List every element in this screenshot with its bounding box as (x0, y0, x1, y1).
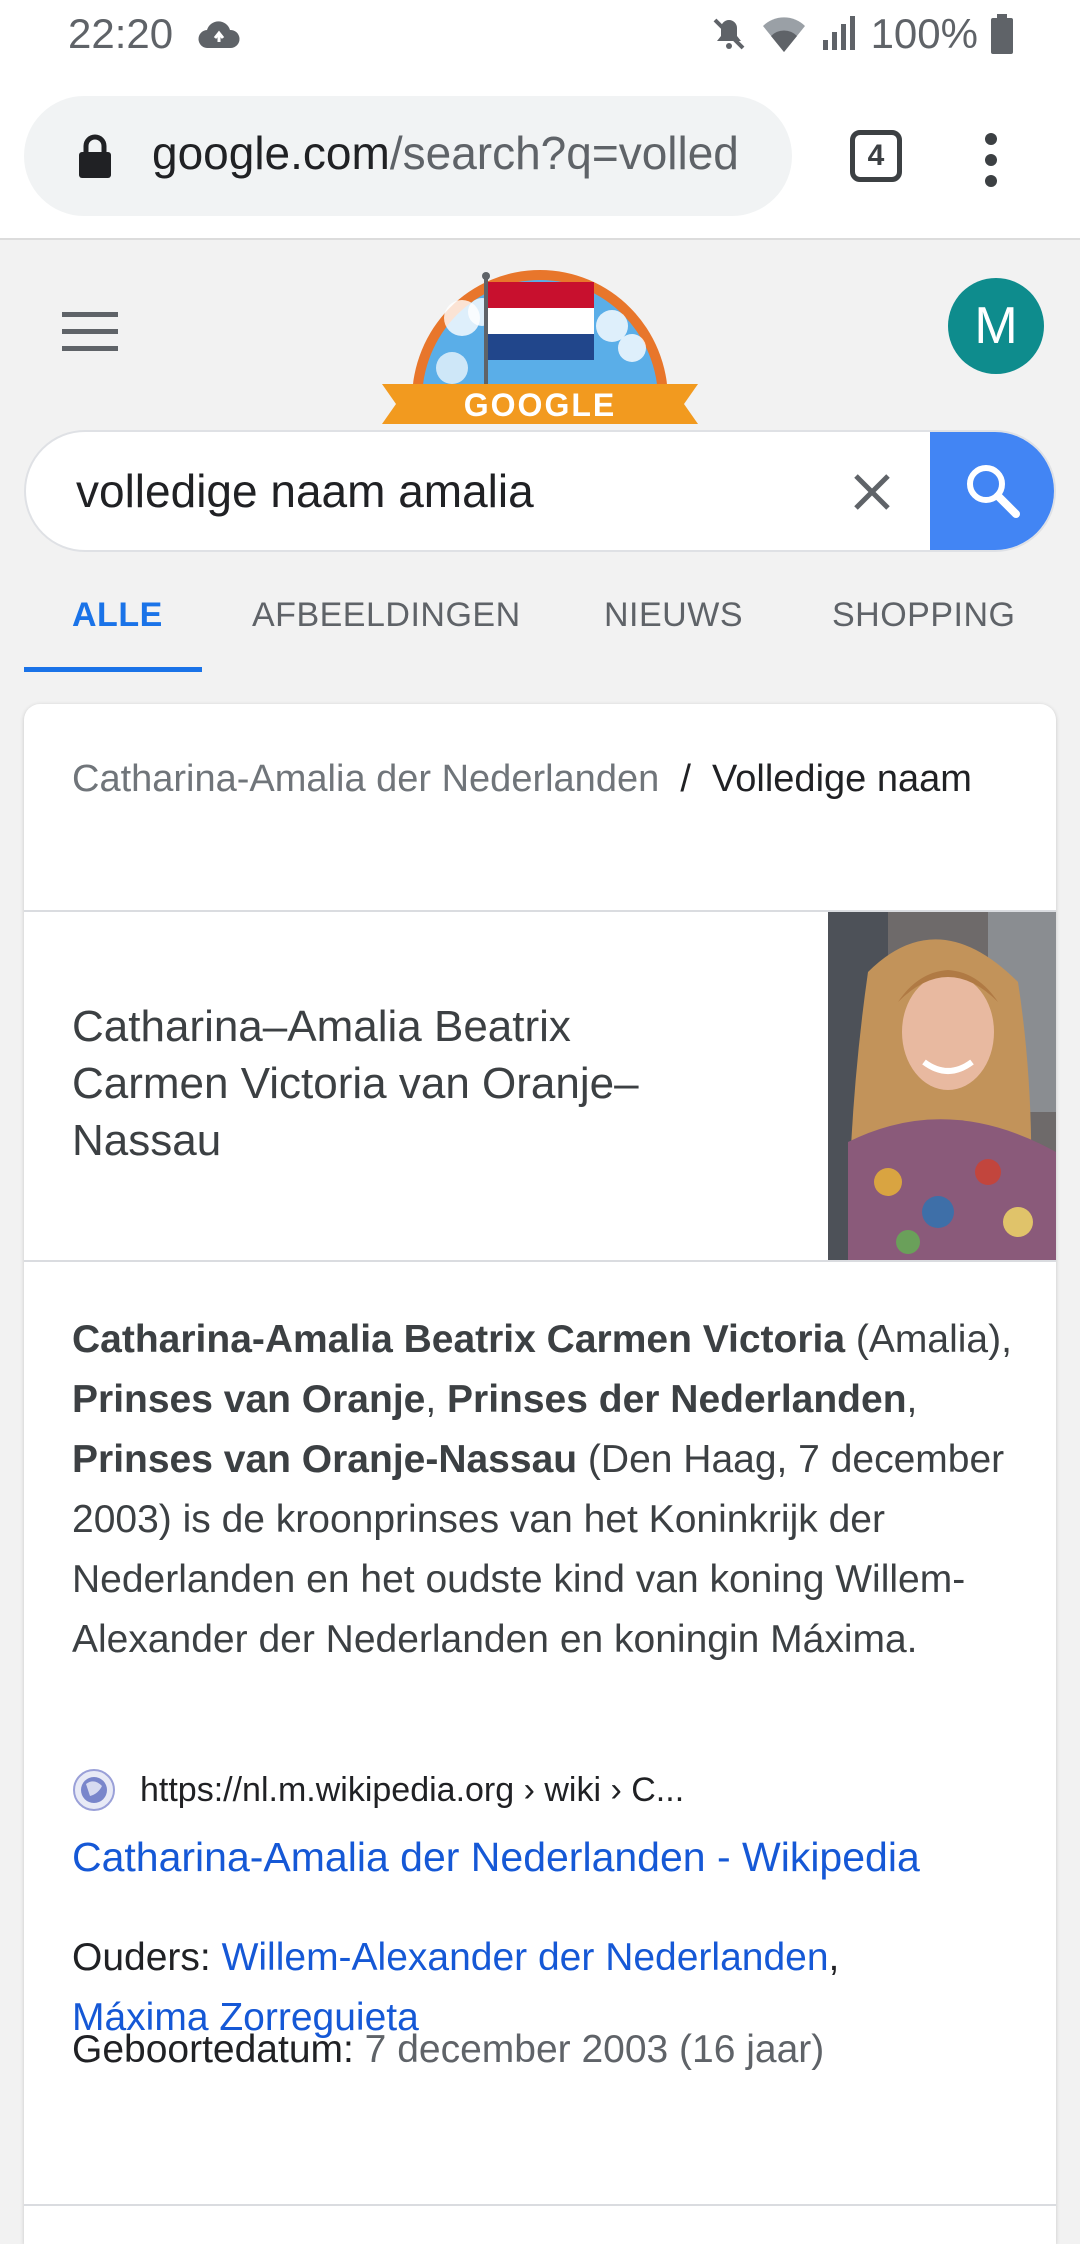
tab-afbeeldingen[interactable]: AFBEELDINGEN (252, 596, 521, 635)
url-text: google.com/search?q=volled (152, 126, 739, 180)
breadcrumb-parent[interactable]: Catharina-Amalia der Nederlanden (72, 758, 659, 800)
menu-icon[interactable] (62, 312, 118, 352)
close-icon[interactable] (850, 470, 894, 514)
browser-toolbar: google.com/search?q=volled 4 (0, 72, 1080, 240)
person-photo[interactable] (828, 912, 1056, 1260)
tab-alle[interactable]: ALLE (72, 596, 163, 635)
parents-separator: , (828, 1936, 840, 1979)
desc-bold-4: Prinses van Oranje-Nassau (72, 1438, 578, 1481)
answer-text: Catharina–Amalia Beatrix Carmen Victoria… (72, 1002, 639, 1165)
birthdate-value: 7 december 2003 (16 jaar) (364, 2028, 825, 2071)
status-bar: 22:20 100% (0, 0, 1080, 72)
source-citation: https://nl.m.wikipedia.org › wiki › C... (72, 1768, 684, 1812)
signal-icon (822, 16, 855, 50)
breadcrumb-separator: / (680, 758, 691, 800)
tab-nieuws[interactable]: NIEUWS (604, 596, 743, 635)
google-doodle[interactable]: GOOGLE (382, 248, 698, 426)
desc-bold-2: Prinses van Oranje (72, 1378, 426, 1421)
more-options-icon[interactable] (984, 132, 998, 188)
birthdate-label: Geboortedatum: (72, 2028, 365, 2071)
status-icons: 100% (709, 10, 1014, 58)
featured-snippet-card: Catharina-Amalia der Nederlanden / Volle… (24, 704, 1056, 2244)
parent-link-1[interactable]: Willem-Alexander der Nederlanden (222, 1936, 829, 1979)
search-tabs: ALLE AFBEELDINGEN NIEUWS SHOPPING (24, 578, 1056, 672)
search-box[interactable]: volledige naam amalia (24, 430, 1056, 552)
breadcrumb-current: Volledige naam (712, 758, 972, 800)
doodle-label: GOOGLE (464, 387, 616, 423)
battery-percent: 100% (870, 10, 978, 57)
mute-icon (713, 18, 744, 50)
divider (24, 1260, 1056, 1262)
globe-icon (73, 1769, 115, 1811)
desc-text-3: , (906, 1378, 918, 1421)
breadcrumb: Catharina-Amalia der Nederlanden / Volle… (72, 748, 1012, 810)
url-path: /search?q=volled (389, 127, 739, 179)
url-host: google.com (152, 127, 390, 179)
desc-bold-3: Prinses der Nederlanden (447, 1378, 907, 1421)
birthdate-row: Geboortedatum: 7 december 2003 (16 jaar) (72, 2020, 824, 2080)
snippet-description: Catharina-Amalia Beatrix Carmen Victoria… (72, 1310, 1022, 1670)
address-bar[interactable]: google.com/search?q=volled (24, 96, 792, 216)
source-url: https://nl.m.wikipedia.org › wiki › C... (140, 1770, 685, 1809)
desc-text-2: , (425, 1378, 448, 1421)
google-header: GOOGLE M volledige naam amalia ALLE AFBE… (0, 242, 1080, 672)
status-time: 22:20 (68, 10, 174, 57)
result-title-link[interactable]: Catharina-Amalia der Nederlanden - Wikip… (72, 1834, 920, 1881)
search-input[interactable]: volledige naam amalia (76, 464, 534, 518)
search-icon (967, 465, 1020, 518)
active-tab-indicator (24, 667, 202, 672)
tab-shopping[interactable]: SHOPPING (832, 596, 1015, 635)
wifi-icon (762, 17, 805, 52)
desc-bold-1: Catharina-Amalia Beatrix Carmen Victoria (72, 1318, 846, 1361)
lock-icon (79, 134, 111, 178)
battery-icon (991, 14, 1013, 54)
cloud-sync-icon (198, 21, 240, 49)
parents-label: Ouders: (72, 1936, 222, 1979)
account-avatar[interactable]: M (948, 278, 1044, 374)
tab-switcher-button[interactable]: 4 (850, 130, 902, 182)
divider (24, 2204, 1056, 2206)
search-button[interactable] (930, 432, 1054, 550)
desc-text-1: (Amalia), (845, 1318, 1012, 1361)
